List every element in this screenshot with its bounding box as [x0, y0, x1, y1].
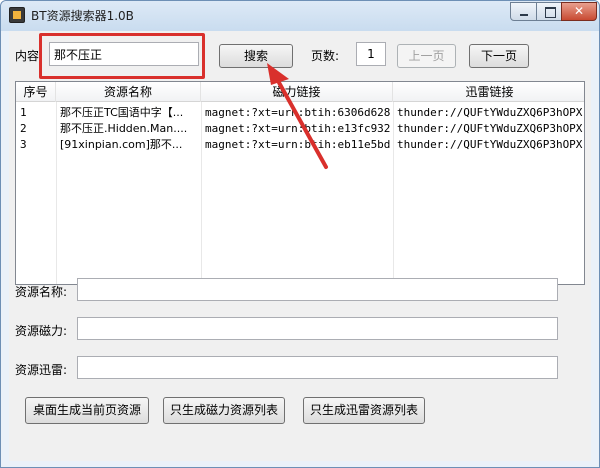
app-window: BT资源搜索器1.0B 内容: 搜索 页数: 上一页 下一页 序号 资源名称 磁… [0, 0, 600, 468]
arrow-annotation [267, 63, 328, 169]
